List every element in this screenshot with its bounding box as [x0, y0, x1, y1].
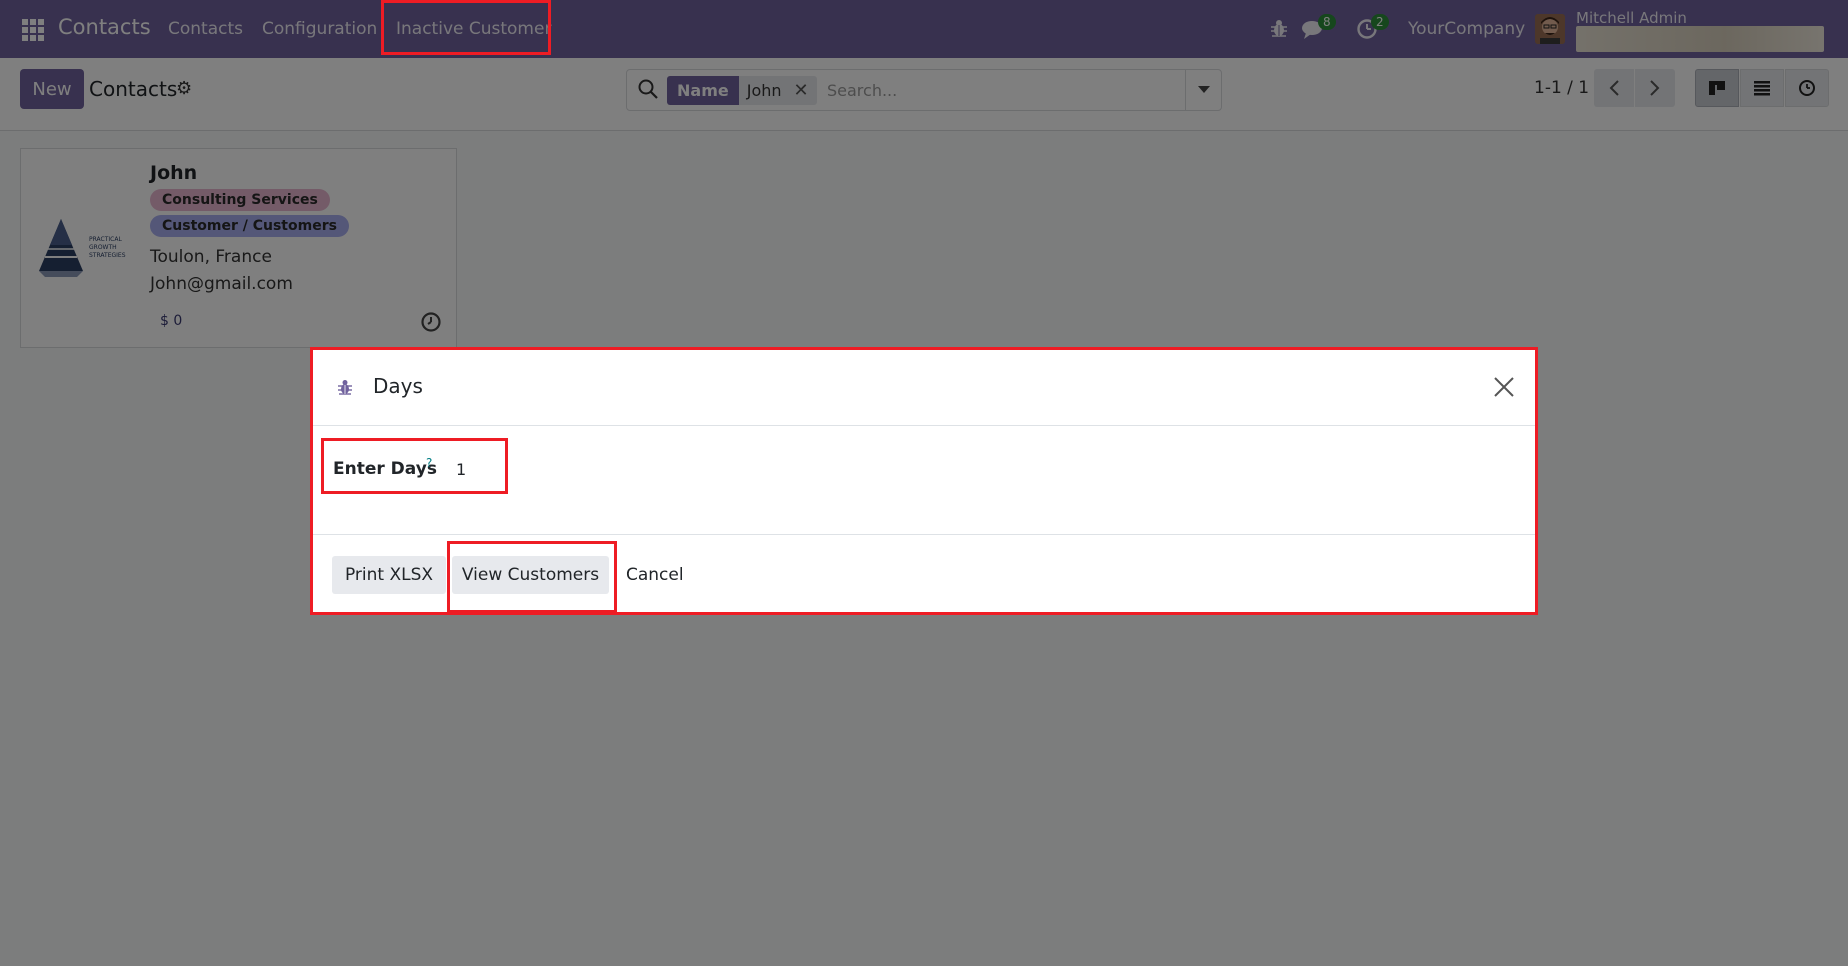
field-help-tooltip[interactable]: ?: [426, 456, 432, 470]
enter-days-label: Enter Days: [333, 459, 437, 479]
days-dialog: Days Enter Days ? Print XLSX View Custom…: [313, 350, 1535, 613]
dialog-footer: Print XLSX View Customers Cancel: [313, 534, 1535, 613]
close-icon[interactable]: [1493, 376, 1515, 403]
print-xlsx-button[interactable]: Print XLSX: [332, 556, 446, 594]
bug-icon: [337, 378, 353, 401]
enter-days-input[interactable]: [456, 460, 596, 479]
dialog-header: Days: [313, 350, 1535, 426]
view-customers-button[interactable]: View Customers: [452, 556, 609, 594]
dialog-title: Days: [373, 374, 423, 398]
cancel-button[interactable]: Cancel: [626, 565, 684, 585]
